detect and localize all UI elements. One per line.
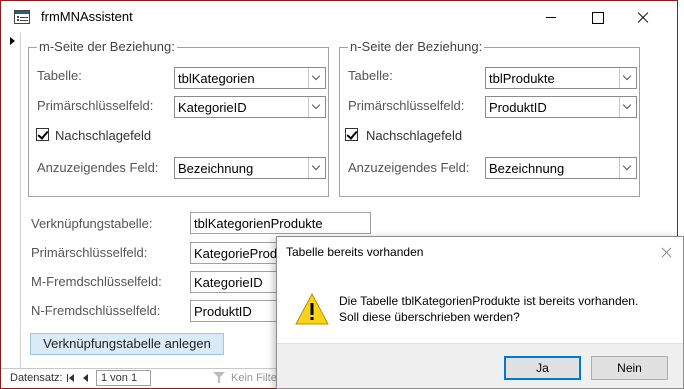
dialog-footer: Ja Nein: [277, 343, 683, 388]
create-link-table-button[interactable]: Verknüpfungstabelle anlegen: [30, 333, 224, 355]
link-table-field[interactable]: tblKategorienProdukte: [190, 212, 371, 234]
record-position-field[interactable]: 1 von 1: [96, 370, 151, 386]
title-bar: frmMNAssistent: [1, 1, 677, 33]
chevron-down-icon[interactable]: [619, 97, 636, 117]
previous-record-icon[interactable]: [83, 373, 91, 383]
link-n-fk-value: ProduktID: [194, 304, 252, 319]
dialog-close-icon[interactable]: [657, 243, 677, 263]
n-lookup-label: Nachschlagefeld: [366, 128, 463, 143]
link-n-fk-label: N-Fremdschlüsselfeld:: [31, 303, 161, 318]
filter-status-text[interactable]: Kein Filter: [231, 372, 281, 384]
m-table-label: Tabelle:: [37, 68, 82, 83]
warning-icon: [295, 293, 329, 325]
chevron-down-icon[interactable]: [619, 158, 636, 178]
dialog-title: Tabelle bereits vorhanden: [286, 245, 424, 259]
n-pk-label: Primärschlüsselfeld:: [348, 98, 465, 113]
current-record-arrow-icon: [10, 37, 15, 45]
overwrite-confirm-dialog: Tabelle bereits vorhanden Die Tabelle tb…: [276, 236, 684, 389]
n-table-combo[interactable]: tblProdukte: [485, 67, 637, 89]
m-table-value: tblKategorien: [178, 71, 255, 86]
m-pk-value: KategorieID: [178, 100, 247, 115]
link-pk-label: Primärschlüsselfeld:: [31, 245, 148, 260]
yes-button[interactable]: Ja: [504, 356, 581, 380]
m-lookup-label: Nachschlagefeld: [55, 128, 152, 143]
dialog-message: Die Tabelle tblKategorienProdukte ist be…: [339, 294, 639, 324]
n-display-value: Bezeichnung: [489, 161, 565, 176]
window-title: frmMNAssistent: [41, 9, 133, 24]
link-m-fk-label: M-Fremdschlüsselfeld:: [31, 274, 162, 289]
n-lookup-checkbox[interactable]: [345, 128, 358, 141]
n-display-combo[interactable]: Bezeichnung: [485, 157, 637, 179]
close-button[interactable]: [620, 1, 666, 33]
n-display-label: Anzuzeigendes Feld:: [348, 160, 470, 175]
chevron-down-icon[interactable]: [308, 97, 325, 117]
m-lookup-checkbox[interactable]: [36, 128, 49, 141]
chevron-down-icon[interactable]: [619, 68, 636, 88]
m-side-title: m-Seite der Beziehung:: [37, 39, 177, 54]
link-table-value: tblKategorienProdukte: [194, 216, 323, 231]
minimize-button[interactable]: [528, 1, 574, 33]
n-pk-value: ProduktID: [489, 100, 547, 115]
m-table-combo[interactable]: tblKategorien: [174, 67, 326, 89]
filter-icon[interactable]: [213, 372, 227, 384]
link-m-fk-value: KategorieID: [194, 275, 263, 290]
first-record-icon[interactable]: [67, 373, 77, 383]
m-pk-label: Primärschlüsselfeld:: [37, 98, 154, 113]
form-icon: [14, 10, 30, 24]
m-display-value: Bezeichnung: [178, 161, 254, 176]
m-display-label: Anzuzeigendes Feld:: [37, 160, 159, 175]
no-button[interactable]: Nein: [591, 356, 668, 380]
m-display-combo[interactable]: Bezeichnung: [174, 157, 326, 179]
n-table-label: Tabelle:: [348, 68, 393, 83]
chevron-down-icon[interactable]: [308, 68, 325, 88]
maximize-button[interactable]: [574, 1, 620, 33]
chevron-down-icon[interactable]: [308, 158, 325, 178]
record-label: Datensatz:: [10, 372, 63, 384]
m-pk-combo[interactable]: KategorieID: [174, 96, 326, 118]
link-table-label: Verknüpfungstabelle:: [31, 216, 153, 231]
n-table-value: tblProdukte: [489, 71, 555, 86]
record-selector[interactable]: [1, 33, 21, 368]
n-pk-combo[interactable]: ProduktID: [485, 96, 637, 118]
n-side-title: n-Seite der Beziehung:: [348, 39, 485, 54]
